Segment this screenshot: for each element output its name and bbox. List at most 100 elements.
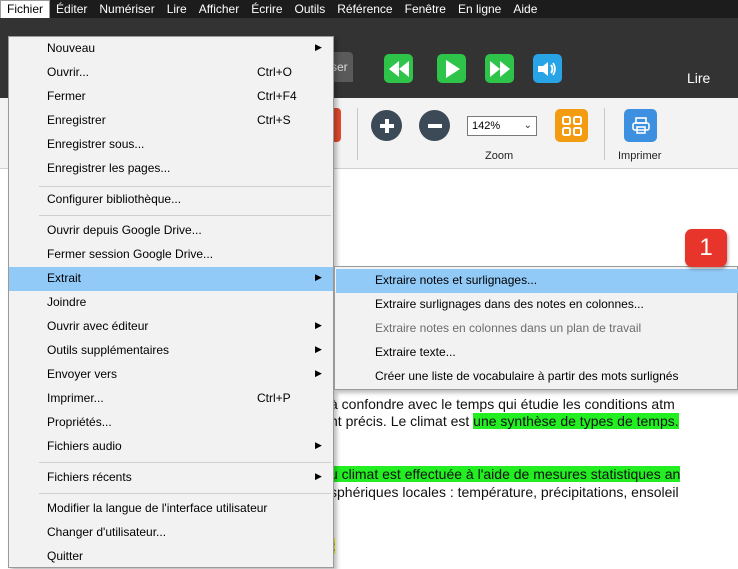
menu-separator — [39, 462, 331, 463]
menu-item-label: Imprimer... — [47, 391, 104, 405]
menu-lire[interactable]: Lire — [161, 0, 193, 18]
menu-item-fermer[interactable]: Fermer Ctrl+F4 — [9, 85, 333, 109]
menu-item-imprimer[interactable]: Imprimer... Ctrl+P — [9, 387, 333, 411]
menu-item-label: Changer d'utilisateur... — [47, 525, 167, 539]
menu-item-label: Extrait — [47, 271, 82, 285]
submenu-item-extraire-texte[interactable]: Extraire texte... — [336, 341, 738, 365]
menu-item-label: Configurer bibliothèque... — [47, 192, 182, 206]
submenu-item-extraire-surlignages[interactable]: Extraire surlignages dans des notes en c… — [336, 293, 738, 317]
menu-fenetre[interactable]: Fenêtre — [399, 0, 452, 18]
fast-forward-button[interactable] — [485, 54, 514, 83]
document-line: à confondre avec le temps qui étudie les… — [330, 396, 675, 412]
menu-item-label: Enregistrer — [47, 113, 106, 127]
print-label: Imprimer — [618, 150, 662, 162]
menu-item-label: Envoyer vers — [47, 367, 118, 381]
chevron-right-icon: ▶ — [315, 272, 322, 282]
print-button[interactable] — [624, 109, 657, 142]
menu-item-ouvrir[interactable]: Ouvrir... Ctrl+O — [9, 61, 333, 85]
menu-item-enregistrer[interactable]: Enregistrer Ctrl+S — [9, 109, 333, 133]
menu-item-modifier-langue[interactable]: Modifier la langue de l'interface utilis… — [9, 497, 333, 521]
document-line: sphériques locales : température, précip… — [330, 484, 679, 500]
menu-item-label: Nouveau — [47, 41, 96, 55]
menu-item-joindre[interactable]: Joindre — [9, 291, 333, 315]
menu-item-configurer-bibliotheque[interactable]: Configurer bibliothèque... — [9, 188, 333, 212]
submenu-item-label: Extraire surlignages dans des notes en c… — [375, 297, 644, 311]
menu-item-enregistrer-sous[interactable]: Enregistrer sous... — [9, 133, 333, 157]
menu-bar: Fichier Éditer Numériser Lire Afficher É… — [0, 0, 738, 18]
chevron-down-icon: ⌄ — [523, 120, 532, 131]
menu-item-label: Joindre — [47, 295, 87, 309]
menu-item-label: Propriétés... — [47, 415, 112, 429]
menu-item-proprietes[interactable]: Propriétés... — [9, 411, 333, 435]
menu-afficher[interactable]: Afficher — [193, 0, 245, 18]
menu-outils[interactable]: Outils — [289, 0, 332, 18]
file-menu: Nouveau ▶ Ouvrir... Ctrl+O Fermer Ctrl+F… — [8, 36, 334, 568]
grid-icon — [561, 115, 582, 136]
menu-separator — [39, 186, 331, 187]
menu-item-label: Quitter — [47, 549, 84, 563]
page-layout-button[interactable] — [555, 109, 588, 142]
menu-item-label: Ouvrir avec éditeur — [47, 319, 149, 333]
menu-ecrire[interactable]: Écrire — [245, 0, 288, 18]
menu-item-enregistrer-pages[interactable]: Enregistrer les pages... — [9, 157, 333, 181]
chevron-right-icon: ▶ — [315, 368, 322, 378]
menu-item-label: Ouvrir depuis Google Drive... — [47, 223, 202, 237]
menu-item-changer-utilisateur[interactable]: Changer d'utilisateur... — [9, 521, 333, 545]
volume-button[interactable] — [533, 54, 562, 83]
fast-forward-icon — [489, 60, 510, 77]
zoom-select[interactable]: 142% ⌄ — [467, 116, 537, 136]
menu-numeriser[interactable]: Numériser — [93, 0, 160, 18]
menu-item-label: Modifier la langue de l'interface utilis… — [47, 501, 268, 515]
menu-item-outils-supplementaires[interactable]: Outils supplémentaires ▶ — [9, 339, 333, 363]
menu-item-label: Fichiers audio — [47, 439, 122, 453]
menu-editer[interactable]: Éditer — [50, 0, 93, 18]
menu-item-fichiers-recents[interactable]: Fichiers récents ▶ — [9, 466, 333, 490]
chevron-right-icon: ▶ — [315, 440, 322, 450]
chevron-right-icon: ▶ — [315, 471, 322, 481]
zoom-label: Zoom — [485, 150, 514, 162]
zoom-in-button[interactable] — [371, 110, 402, 141]
zoom-value: 142% — [472, 120, 501, 132]
menu-item-shortcut: Ctrl+O — [257, 65, 293, 79]
menu-en-ligne[interactable]: En ligne — [452, 0, 507, 18]
menu-item-label: Fichiers récents — [47, 470, 132, 484]
submenu-item-label: Extraire texte... — [375, 345, 456, 359]
menu-item-shortcut: Ctrl+S — [257, 113, 291, 127]
menu-item-envoyer-vers[interactable]: Envoyer vers ▶ — [9, 363, 333, 387]
menu-item-label: Ouvrir... — [47, 65, 90, 79]
submenu-item-liste-vocabulaire[interactable]: Créer une liste de vocabulaire à partir … — [336, 365, 738, 389]
menu-item-label: Fermer session Google Drive... — [47, 247, 214, 261]
menu-aide[interactable]: Aide — [507, 0, 543, 18]
menu-item-ouvrir-avec-editeur[interactable]: Ouvrir avec éditeur ▶ — [9, 315, 333, 339]
zoom-out-button[interactable] — [419, 110, 450, 141]
document-line: nt précis. Le climat est une synthèse de… — [330, 413, 679, 429]
chevron-right-icon: ▶ — [315, 320, 322, 330]
menu-item-nouveau[interactable]: Nouveau ▶ — [9, 37, 333, 61]
minus-icon — [427, 123, 442, 128]
ribbon-separator — [604, 108, 605, 160]
green-highlight: u climat est effectuée à l'aide de mesur… — [330, 466, 681, 482]
chevron-right-icon: ▶ — [315, 344, 322, 354]
document-line: u climat est effectuée à l'aide de mesur… — [330, 466, 681, 482]
submenu-item-label: Extraire notes et surlignages... — [375, 273, 538, 287]
play-button[interactable] — [437, 54, 466, 83]
submenu-item-extraire-notes[interactable]: Extraire notes et surlignages... — [336, 269, 738, 293]
menu-item-quitter[interactable]: Quitter — [9, 545, 333, 569]
menu-reference[interactable]: Référence — [331, 0, 398, 18]
speaker-icon — [537, 61, 556, 76]
play-icon — [445, 59, 460, 78]
menu-item-label: Fermer — [47, 89, 86, 103]
step-badge: 1 — [685, 229, 727, 267]
document-text: nt précis. Le climat est — [330, 413, 474, 429]
rewind-icon — [388, 60, 409, 77]
menu-item-ouvrir-google-drive[interactable]: Ouvrir depuis Google Drive... — [9, 219, 333, 243]
menu-item-fermer-google-drive[interactable]: Fermer session Google Drive... — [9, 243, 333, 267]
menu-item-label: Outils supplémentaires — [47, 343, 170, 357]
rewind-button[interactable] — [384, 54, 413, 83]
submenu-item-label: Créer une liste de vocabulaire à partir … — [375, 369, 679, 383]
lire-tab[interactable]: Lire — [687, 70, 710, 86]
menu-item-fichiers-audio[interactable]: Fichiers audio ▶ — [9, 435, 333, 459]
menu-fichier[interactable]: Fichier — [0, 0, 51, 18]
menu-item-label: Enregistrer sous... — [47, 137, 145, 151]
menu-item-extrait[interactable]: Extrait ▶ — [9, 267, 333, 291]
